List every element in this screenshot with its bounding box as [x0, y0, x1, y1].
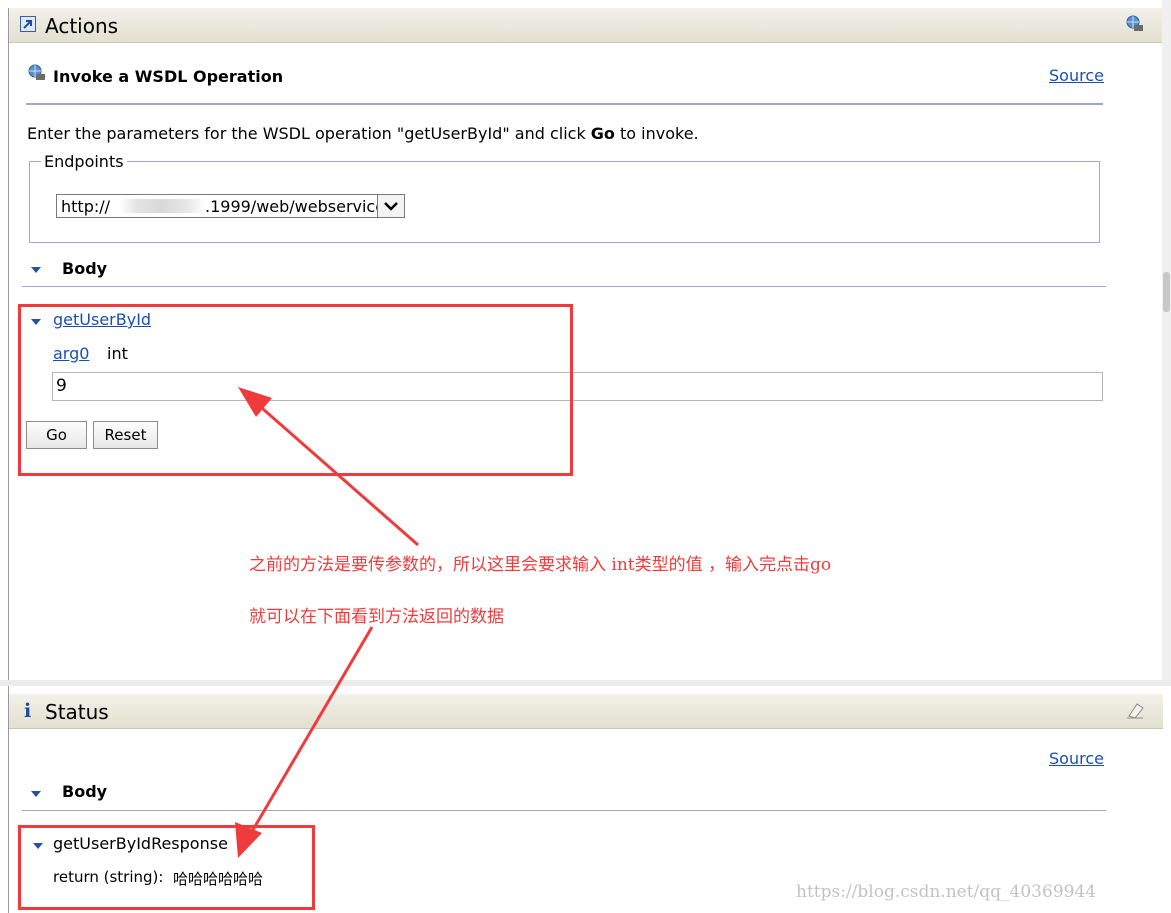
operation-heading: Invoke a WSDL Operation: [53, 67, 284, 86]
instruction-bold: Go: [590, 124, 615, 143]
status-title: Status: [45, 700, 109, 724]
chevron-down-icon: [384, 202, 398, 211]
highlight-box-request: [18, 304, 573, 476]
body-divider: [22, 286, 1106, 287]
redacted-host: [119, 199, 205, 213]
instruction-pre: Enter the parameters for the WSDL operat…: [27, 124, 591, 143]
endpoint-suffix: .1999/web/webservice: [205, 197, 386, 216]
instruction-text: Enter the parameters for the WSDL operat…: [27, 124, 699, 143]
actions-panel-border: [8, 8, 9, 680]
arrow-line-down: [245, 626, 374, 841]
wsdl-globe-icon: [28, 64, 45, 80]
wsdl-globe-icon[interactable]: [1125, 14, 1145, 34]
annotation-line2: 就可以在下面看到方法返回的数据: [249, 607, 504, 627]
source-link[interactable]: Source: [1049, 66, 1104, 85]
endpoint-select[interactable]: http:// .1999/web/webservice: [56, 194, 405, 218]
watermark: https://blog.csdn.net/qq_40369944: [796, 882, 1097, 902]
panel-splitter[interactable]: [0, 680, 1171, 686]
collapse-triangle-icon[interactable]: [31, 267, 41, 273]
info-icon: i: [24, 700, 32, 722]
endpoints-legend: Endpoints: [41, 152, 127, 171]
actions-titlebar: Actions: [9, 8, 1163, 43]
dropdown-button[interactable]: [377, 195, 404, 217]
heading-divider: [26, 103, 1103, 105]
status-titlebar: i Status: [9, 694, 1163, 729]
status-source-link[interactable]: Source: [1049, 749, 1104, 768]
status-body-label: Body: [62, 782, 108, 801]
eraser-icon[interactable]: [1125, 700, 1145, 720]
status-body-divider: [22, 810, 1106, 811]
body-label: Body: [62, 259, 108, 278]
instruction-post: to invoke.: [614, 124, 699, 143]
endpoint-prefix: http://: [61, 197, 111, 216]
scrollbar-thumb[interactable]: [1163, 272, 1170, 312]
vertical-scrollbar[interactable]: [1162, 0, 1171, 680]
action-arrow-icon: [20, 16, 36, 32]
collapse-triangle-icon[interactable]: [31, 791, 41, 797]
highlight-box-response: [18, 825, 315, 910]
actions-title: Actions: [45, 14, 119, 38]
annotation-line1: 之前的方法是要传参数的，所以这里会要求输入 int类型的值 ，输入完点击go: [249, 555, 832, 575]
